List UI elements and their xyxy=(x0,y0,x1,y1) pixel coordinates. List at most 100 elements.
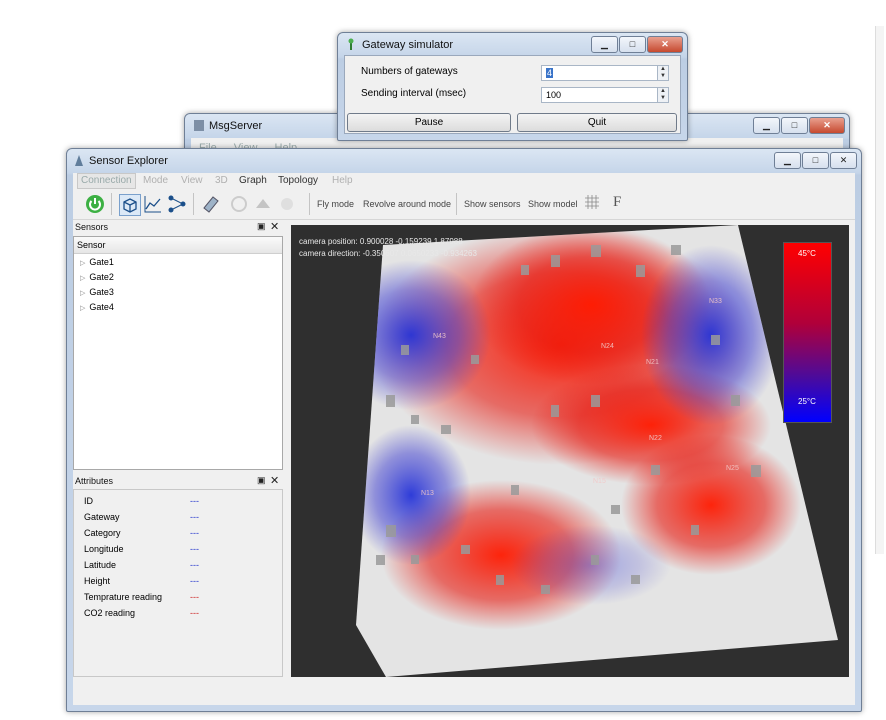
gateways-count-value: 4 xyxy=(546,68,554,78)
attr-value: --- xyxy=(190,560,199,570)
camera-position-readout: camera position: 0.900028 -0.159239 1.87… xyxy=(299,237,463,246)
legend-min-label: 25°C xyxy=(798,397,816,406)
node-label[interactable]: N33 xyxy=(709,298,722,305)
attr-label: Gateway xyxy=(84,512,120,522)
expand-arrow-icon[interactable]: ▷ xyxy=(80,275,85,282)
attr-value: --- xyxy=(190,512,199,522)
revolve-mode-button[interactable]: Revolve around mode xyxy=(363,199,451,209)
gateway-simulator-window: Gateway simulator ▁ □ ✕ Numbers of gatew… xyxy=(337,32,688,141)
maximize-icon[interactable]: □ xyxy=(802,152,829,169)
tree-item-gate1[interactable]: ▷ Gate1 xyxy=(80,257,114,267)
tree-item-label: Gate2 xyxy=(89,272,114,282)
eraser-icon[interactable] xyxy=(201,194,221,214)
temperature-legend xyxy=(783,242,832,423)
minimize-icon[interactable]: ▁ xyxy=(591,36,618,53)
antenna-icon xyxy=(348,38,354,50)
node-label[interactable]: N13 xyxy=(421,490,434,497)
close-icon[interactable]: ✕ xyxy=(809,117,845,134)
tree-item-gate3[interactable]: ▷ Gate3 xyxy=(80,287,114,297)
sensors-dock-title: Sensors xyxy=(75,222,109,232)
gateway-simulator-titlebar[interactable]: Gateway simulator ▁ □ ✕ xyxy=(338,33,687,57)
sensor-explorer-app-icon xyxy=(75,155,83,166)
node-label[interactable]: N24 xyxy=(601,343,614,350)
menu-mode[interactable]: Mode xyxy=(143,175,168,186)
menu-topology[interactable]: Topology xyxy=(278,175,318,186)
attr-label: Category xyxy=(84,528,121,538)
sensor-explorer-toolbar: Fly mode Revolve around mode Show sensor… xyxy=(73,189,855,220)
menu-view[interactable]: View xyxy=(181,175,203,186)
node-label[interactable]: N22 xyxy=(649,435,662,442)
node-label[interactable]: N15 xyxy=(593,478,606,485)
attr-label: CO2 reading xyxy=(84,608,136,618)
node-label[interactable]: N25 xyxy=(726,465,739,472)
power-icon[interactable] xyxy=(85,194,105,214)
sensors-tree[interactable]: Sensor ▷ Gate1 ▷ Gate2 ▷ Gate3 ▷ Gate4 xyxy=(73,236,283,470)
line-graph-icon[interactable] xyxy=(143,194,163,214)
gateways-count-stepper[interactable]: 4 ▲ ▼ xyxy=(541,65,669,81)
menu-graph[interactable]: Graph xyxy=(239,175,267,186)
maximize-icon[interactable]: □ xyxy=(619,36,646,53)
dock-float-icon[interactable]: ▣ xyxy=(257,221,266,232)
fly-mode-button[interactable]: Fly mode xyxy=(317,199,354,209)
msgserver-title: MsgServer xyxy=(209,120,263,132)
attributes-table: ID --- Gateway --- Category --- Longitud… xyxy=(73,489,283,677)
sensor-explorer-caption-buttons: ▁ □ ✕ xyxy=(774,152,857,169)
attr-label: Latitude xyxy=(84,560,117,570)
toolbar-separator xyxy=(193,193,194,215)
menu-3d[interactable]: 3D xyxy=(215,175,228,186)
minimize-icon[interactable]: ▁ xyxy=(753,117,780,134)
toolbar-separator xyxy=(456,193,457,215)
stepper-arrows-icon[interactable]: ▲ ▼ xyxy=(657,88,668,102)
desktop-scrollbar[interactable] xyxy=(875,26,884,554)
menu-help[interactable]: Help xyxy=(332,175,353,186)
attributes-dock-title: Attributes xyxy=(75,476,114,486)
font-button[interactable]: F xyxy=(613,194,621,211)
sensor-explorer-workarea: Sensors ▣ ✕ Sensor ▷ Gate1 ▷ Gate2 ▷ Gate3 … xyxy=(73,220,855,705)
dock-close-icon[interactable]: ✕ xyxy=(270,474,279,487)
tree-item-gate4[interactable]: ▷ Gate4 xyxy=(80,302,114,312)
legend-max-label: 45°C xyxy=(798,249,816,258)
dock-float-icon[interactable]: ▣ xyxy=(257,475,266,486)
menu-connection[interactable]: Connection xyxy=(77,173,136,189)
attr-value: --- xyxy=(190,528,199,538)
sensor-explorer-title: Sensor Explorer xyxy=(89,155,168,167)
gateways-count-label: Numbers of gateways xyxy=(361,66,458,77)
pause-button[interactable]: Pause xyxy=(347,113,511,132)
expand-arrow-icon[interactable]: ▷ xyxy=(80,305,85,312)
attr-label: ID xyxy=(84,496,93,506)
node-label[interactable]: N21 xyxy=(646,359,659,366)
tree-item-gate2[interactable]: ▷ Gate2 xyxy=(80,272,114,282)
close-icon[interactable]: ✕ xyxy=(647,36,683,53)
show-model-button[interactable]: Show model xyxy=(528,199,578,209)
close-icon[interactable]: ✕ xyxy=(830,152,857,169)
tree-item-label: Gate4 xyxy=(89,302,114,312)
node-label[interactable]: N43 xyxy=(433,333,446,340)
topology-icon[interactable] xyxy=(167,194,187,214)
expand-arrow-icon[interactable]: ▷ xyxy=(80,290,85,297)
msgserver-caption-buttons: ▁ □ ✕ xyxy=(753,117,845,134)
expand-arrow-icon[interactable]: ▷ xyxy=(80,260,85,267)
show-sensors-button[interactable]: Show sensors xyxy=(464,199,521,209)
stepper-arrows-icon[interactable]: ▲ ▼ xyxy=(657,66,668,80)
attr-value: --- xyxy=(190,576,199,586)
sensor-explorer-titlebar[interactable]: Sensor Explorer ▁ □ ✕ xyxy=(67,149,861,173)
gateway-simulator-caption-buttons: ▁ □ ✕ xyxy=(591,36,683,53)
minimize-icon[interactable]: ▁ xyxy=(774,152,801,169)
quit-button[interactable]: Quit xyxy=(517,113,677,132)
dock-close-icon[interactable]: ✕ xyxy=(270,220,279,233)
toolbar-separator xyxy=(111,193,112,215)
model-icon[interactable] xyxy=(253,194,273,214)
attr-label: Longitude xyxy=(84,544,124,554)
sensor-column-header[interactable]: Sensor xyxy=(74,237,282,254)
3d-viewport[interactable]: camera position: 0.900028 -0.159239 1.87… xyxy=(291,225,849,677)
cube-view-icon[interactable] xyxy=(119,194,141,216)
attr-value: --- xyxy=(190,544,199,554)
camera-direction-readout: camera direction: -0.350607 0.0650233 -0… xyxy=(299,249,477,258)
grid-icon[interactable] xyxy=(585,195,599,209)
settings-icon[interactable] xyxy=(277,194,297,214)
sending-interval-stepper[interactable]: 100 ▲ ▼ xyxy=(541,87,669,103)
heatmap-scene xyxy=(356,225,838,677)
gateway-simulator-body: Numbers of gateways 4 ▲ ▼ Sending interva… xyxy=(344,55,681,134)
maximize-icon[interactable]: □ xyxy=(781,117,808,134)
rotate-icon[interactable] xyxy=(229,194,249,214)
